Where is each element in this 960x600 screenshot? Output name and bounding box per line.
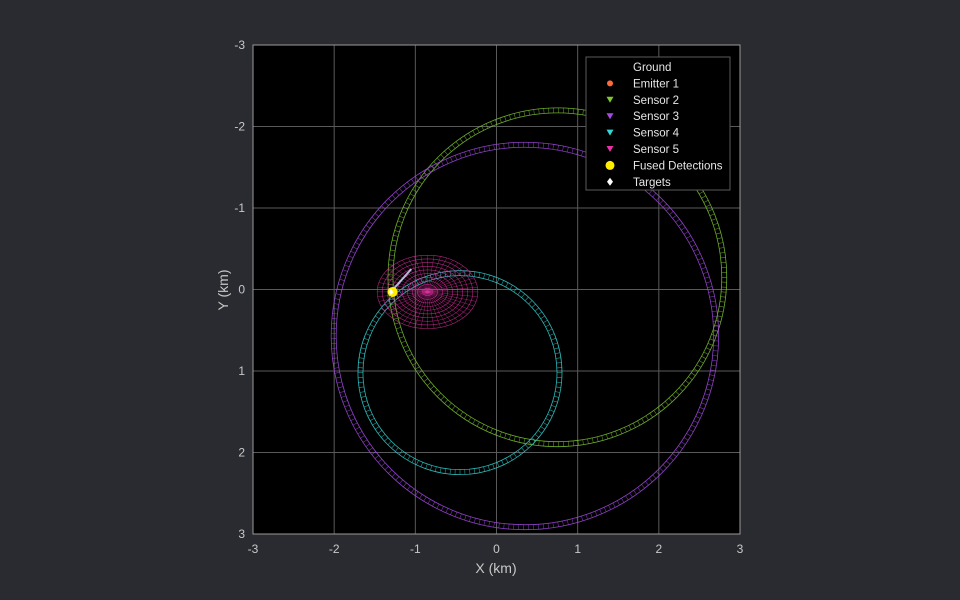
y-axis-label: Y (km) xyxy=(215,270,231,311)
x-axis-label: X (km) xyxy=(475,560,516,576)
legend-label: Sensor 5 xyxy=(633,144,679,156)
x-tick-label: 0 xyxy=(493,542,500,556)
legend-label: Sensor 4 xyxy=(633,128,680,140)
chart-figure: -3 -2 -1 0 1 2 3 -3 -2 -1 0 1 2 3 X (km) Y (km) Grou… xyxy=(215,38,744,576)
legend[interactable]: Ground Emitter 1 Sensor 2 Sensor 3 Sensor 4 S… xyxy=(585,56,731,191)
legend-label: Emitter 1 xyxy=(633,78,679,90)
y-tick-labels: -3 -2 -1 0 1 2 3 xyxy=(234,38,245,541)
y-tick-label: 1 xyxy=(238,364,245,378)
x-tick-label: -2 xyxy=(329,542,340,556)
y-tick-label: 3 xyxy=(238,527,245,541)
x-tick-label: -1 xyxy=(410,542,421,556)
legend-marker xyxy=(605,160,615,170)
x-tick-label: 2 xyxy=(655,542,662,556)
y-tick-label: -2 xyxy=(234,120,245,134)
x-tick-label: 3 xyxy=(737,542,744,556)
legend-label: Ground xyxy=(633,62,671,74)
y-tick-label: -1 xyxy=(234,201,245,215)
legend-label: Targets xyxy=(633,177,671,189)
y-tick-label: -3 xyxy=(234,38,245,52)
x-tick-label: -3 xyxy=(248,542,259,556)
y-tick-label: 0 xyxy=(238,283,245,297)
legend-item[interactable]: Ground xyxy=(633,62,671,74)
legend-label: Sensor 3 xyxy=(633,111,679,123)
x-tick-labels: -3 -2 -1 0 1 2 3 xyxy=(248,542,744,556)
legend-marker xyxy=(607,80,613,87)
x-tick-label: 1 xyxy=(574,542,581,556)
y-tick-label: 2 xyxy=(238,446,245,460)
legend-label: Fused Detections xyxy=(633,160,723,172)
legend-label: Sensor 2 xyxy=(633,95,679,107)
